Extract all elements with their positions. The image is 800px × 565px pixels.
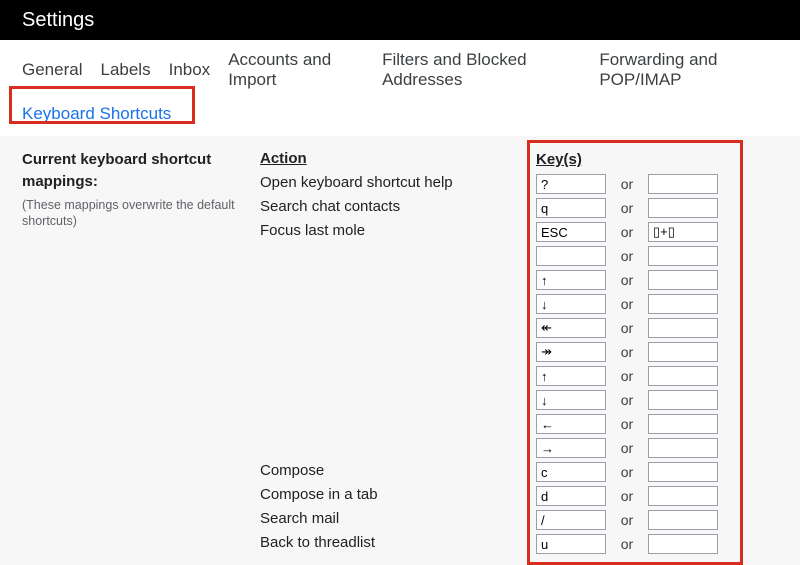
tab-keyboard-shortcuts[interactable]: Keyboard Shortcuts <box>22 104 171 124</box>
key-primary-input[interactable] <box>536 270 606 290</box>
key-secondary-input[interactable] <box>648 294 718 314</box>
key-secondary-input[interactable] <box>648 510 718 530</box>
key-row: or <box>536 532 734 556</box>
or-label: or <box>612 464 642 480</box>
key-primary-input[interactable] <box>536 246 606 266</box>
key-row: or <box>536 220 734 244</box>
or-label: or <box>612 176 642 192</box>
key-primary-input[interactable] <box>536 294 606 314</box>
key-secondary-input[interactable] <box>648 366 718 386</box>
key-secondary-input[interactable] <box>648 438 718 458</box>
key-secondary-input[interactable] <box>648 246 718 266</box>
key-secondary-input[interactable] <box>648 342 718 362</box>
key-primary-input[interactable] <box>536 222 606 242</box>
or-label: or <box>612 296 642 312</box>
tab-forwarding-and-pop-imap[interactable]: Forwarding and POP/IMAP <box>599 50 778 90</box>
key-primary-input[interactable] <box>536 462 606 482</box>
topbar-title: Settings <box>22 9 94 32</box>
key-primary-input[interactable] <box>536 438 606 458</box>
key-primary-input[interactable] <box>536 174 606 194</box>
keys-column-highlight: Key(s) or or or or or or or or or or or or or or or or <box>527 140 743 565</box>
key-row: or <box>536 316 734 340</box>
key-secondary-input[interactable] <box>648 318 718 338</box>
key-secondary-input[interactable] <box>648 390 718 410</box>
topbar: Settings <box>0 0 800 40</box>
or-label: or <box>612 272 642 288</box>
key-row: or <box>536 340 734 364</box>
key-secondary-input[interactable] <box>648 462 718 482</box>
or-label: or <box>612 320 642 336</box>
key-row: or <box>536 172 734 196</box>
section-title-line1: Current keyboard shortcut <box>22 150 260 170</box>
section-heading: Current keyboard shortcut mappings: (The… <box>22 150 260 555</box>
key-row: or <box>536 364 734 388</box>
tab-general[interactable]: General <box>22 60 82 80</box>
section-title-line2: mappings: <box>22 172 260 192</box>
key-primary-input[interactable] <box>536 366 606 386</box>
key-secondary-input[interactable] <box>648 270 718 290</box>
or-label: or <box>612 416 642 432</box>
key-primary-input[interactable] <box>536 390 606 410</box>
key-primary-input[interactable] <box>536 342 606 362</box>
key-secondary-input[interactable] <box>648 198 718 218</box>
key-secondary-input[interactable] <box>648 174 718 194</box>
tab-labels[interactable]: Labels <box>100 60 150 80</box>
key-primary-input[interactable] <box>536 510 606 530</box>
key-row: or <box>536 508 734 532</box>
or-label: or <box>612 392 642 408</box>
keys-column-header: Key(s) <box>536 151 734 168</box>
settings-content: Current keyboard shortcut mappings: (The… <box>0 136 800 565</box>
or-label: or <box>612 224 642 240</box>
or-label: or <box>612 536 642 552</box>
key-secondary-input[interactable] <box>648 414 718 434</box>
or-label: or <box>612 488 642 504</box>
key-row: or <box>536 244 734 268</box>
key-primary-input[interactable] <box>536 486 606 506</box>
key-primary-input[interactable] <box>536 534 606 554</box>
tab-inbox[interactable]: Inbox <box>169 60 211 80</box>
key-row: or <box>536 484 734 508</box>
key-row: or <box>536 412 734 436</box>
tab-accounts-and-import[interactable]: Accounts and Import <box>228 50 364 90</box>
tab-filters-and-blocked-addresses[interactable]: Filters and Blocked Addresses <box>382 50 581 90</box>
or-label: or <box>612 368 642 384</box>
key-secondary-input[interactable] <box>648 486 718 506</box>
or-label: or <box>612 344 642 360</box>
key-primary-input[interactable] <box>536 318 606 338</box>
or-label: or <box>612 200 642 216</box>
key-secondary-input[interactable] <box>648 534 718 554</box>
key-row: or <box>536 268 734 292</box>
key-row: or <box>536 196 734 220</box>
or-label: or <box>612 440 642 456</box>
settings-tabs: General Labels Inbox Accounts and Import Fil… <box>0 40 800 136</box>
key-row: or <box>536 460 734 484</box>
key-row: or <box>536 436 734 460</box>
key-primary-input[interactable] <box>536 198 606 218</box>
or-label: or <box>612 512 642 528</box>
key-primary-input[interactable] <box>536 414 606 434</box>
key-secondary-input[interactable] <box>648 222 718 242</box>
key-row: or <box>536 292 734 316</box>
or-label: or <box>612 248 642 264</box>
section-subtitle: (These mappings overwrite the default sh… <box>22 197 260 231</box>
key-row: or <box>536 388 734 412</box>
